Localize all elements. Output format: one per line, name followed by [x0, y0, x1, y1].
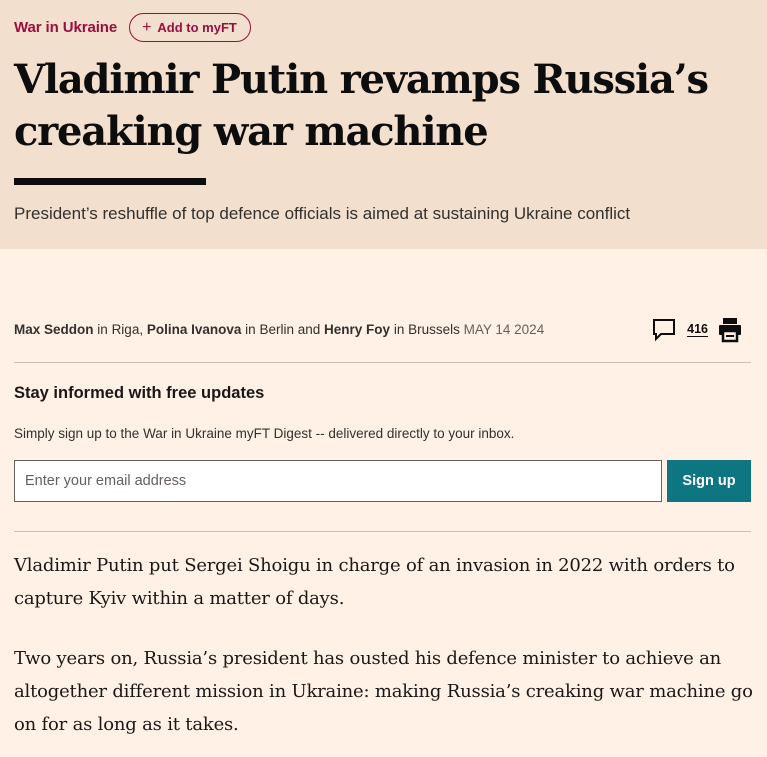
- byline-in: in: [97, 322, 108, 337]
- topic-row: War in Ukraine + Add to myFT: [14, 13, 251, 42]
- email-field[interactable]: [14, 460, 662, 502]
- author-link[interactable]: Henry Foy: [324, 322, 390, 337]
- byline-in: in: [393, 322, 405, 337]
- byline: Max Seddon in Riga, Polina Ivanova in Be…: [14, 322, 545, 337]
- divider: [14, 362, 751, 363]
- add-to-myft-button[interactable]: + Add to myFT: [129, 13, 251, 42]
- author-link[interactable]: Polina Ivanova: [147, 322, 242, 337]
- signup-description: Simply sign up to the War in Ukraine myF…: [14, 426, 515, 441]
- article-tools: 416: [652, 317, 742, 348]
- comments-button[interactable]: 416: [652, 318, 708, 347]
- comment-icon: [652, 318, 676, 347]
- byline-in: in: [245, 322, 256, 337]
- print-icon: [719, 318, 741, 343]
- article-header: War in Ukraine + Add to myFT Vladimir Pu…: [0, 0, 767, 249]
- signup-title: Stay informed with free updates: [14, 384, 265, 402]
- headline-rule: [14, 178, 206, 185]
- sign-up-button[interactable]: Sign up: [667, 460, 751, 502]
- headline: Vladimir Putin revamps Russia’s creaking…: [14, 56, 709, 155]
- author-location: Brussels: [408, 322, 460, 337]
- topic-link[interactable]: War in Ukraine: [14, 19, 117, 36]
- author-link[interactable]: Max Seddon: [14, 322, 94, 337]
- article-paragraph: Vladimir Putin put Sergei Shoigu in char…: [14, 555, 735, 609]
- article-paragraph: Two years on, Russia’s president has ous…: [14, 648, 753, 735]
- author-location: Riga: [111, 322, 140, 337]
- print-button[interactable]: [718, 317, 742, 348]
- add-to-myft-label: Add to myFT: [157, 20, 237, 35]
- comment-count: 416: [687, 322, 708, 337]
- author-location: Berlin: [259, 322, 294, 337]
- standfirst: President’s reshuffle of top defence off…: [14, 204, 631, 223]
- plus-icon: +: [142, 18, 152, 36]
- byline-and: and: [297, 322, 321, 337]
- divider: [14, 531, 751, 532]
- publish-date: MAY 14 2024: [463, 322, 545, 337]
